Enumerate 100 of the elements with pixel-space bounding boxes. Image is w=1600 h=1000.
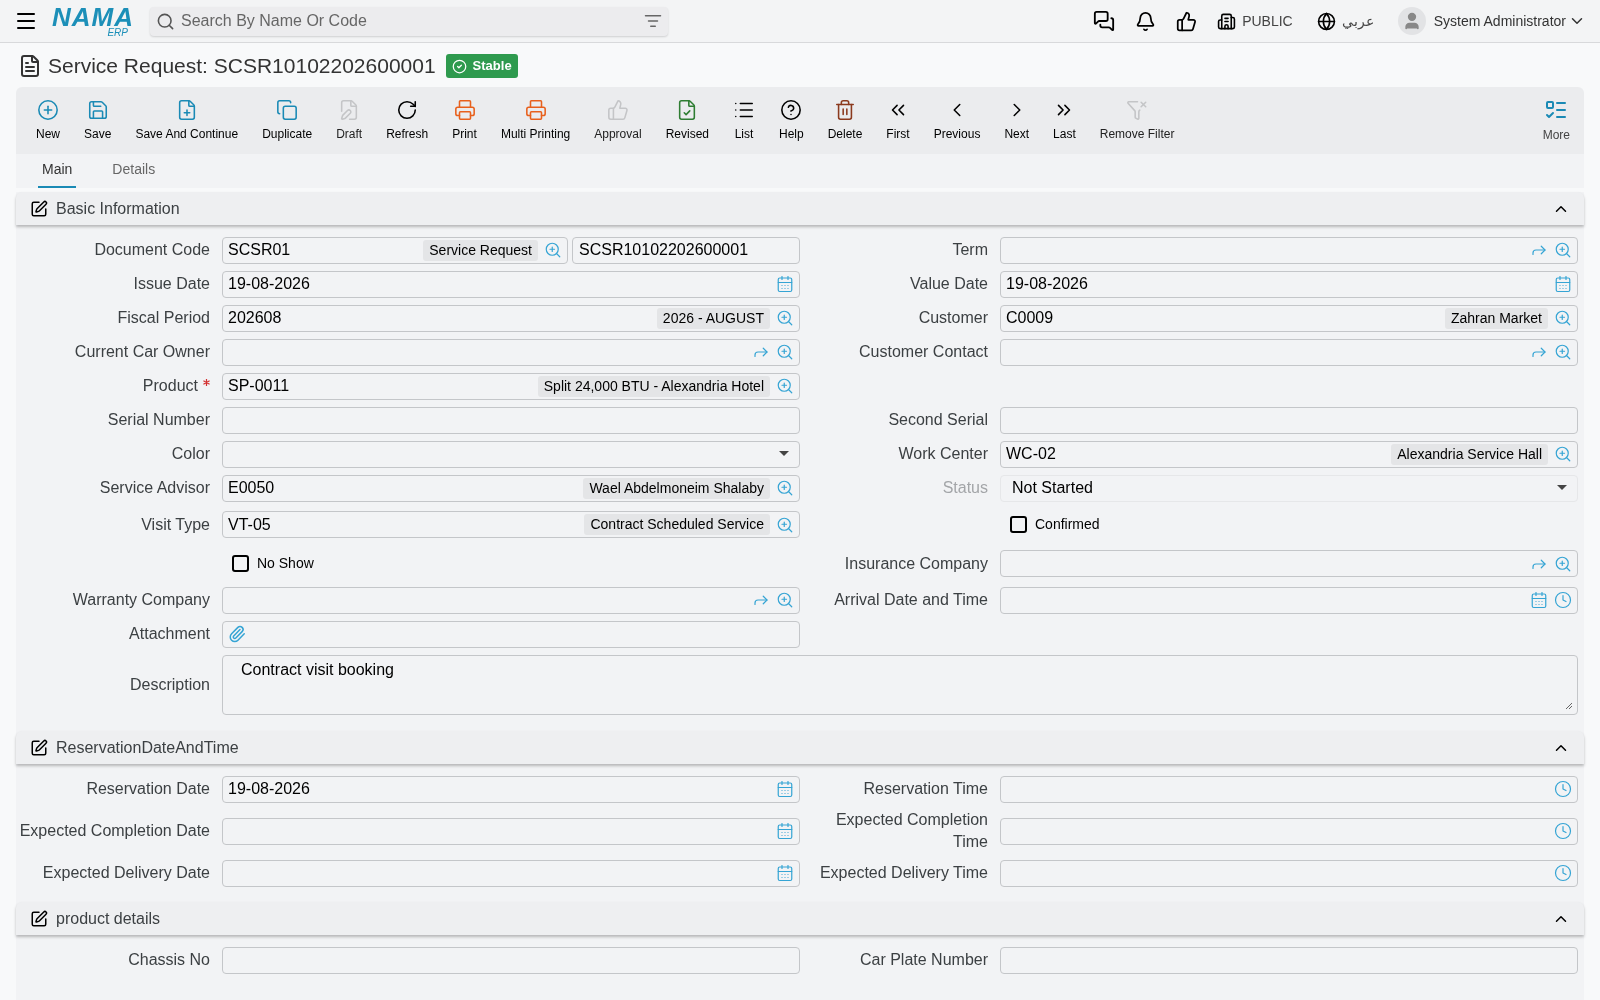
input-field[interactable]: VT-05 Contract Scheduled Service — [222, 511, 800, 538]
input-field[interactable]: C0009 Zahran Market — [1000, 304, 1578, 332]
search-plus-icon[interactable] — [776, 309, 794, 327]
search-plus-icon[interactable] — [1554, 241, 1572, 259]
input-field[interactable] — [222, 440, 800, 468]
search-plus-icon[interactable] — [776, 591, 794, 609]
input-field[interactable] — [1000, 406, 1578, 434]
toolbar-button[interactable]: Duplicate — [250, 98, 325, 143]
input-field[interactable] — [222, 586, 800, 614]
paperclip-icon[interactable] — [228, 625, 246, 643]
field-label: Document Code — [94, 241, 210, 258]
search-plus-icon[interactable] — [776, 377, 794, 395]
search-plus-icon[interactable] — [776, 515, 794, 534]
input-field[interactable]: 19-08-2026 — [1000, 270, 1578, 298]
field-label: Insurance Company — [844, 554, 988, 572]
calendar-icon[interactable] — [1554, 275, 1572, 293]
toolbar-button[interactable]: Delete — [815, 98, 875, 143]
toolbar-button[interactable]: Help — [767, 98, 816, 143]
toolbar-button[interactable]: Multi Printing — [488, 98, 583, 143]
lookup-description: Contract Scheduled Service — [584, 514, 770, 535]
field-label: Serial Number — [107, 411, 210, 428]
search-input[interactable]: Search By Name Or Code — [181, 9, 638, 33]
input-field[interactable]: 19-08-2026 — [222, 270, 800, 298]
tab[interactable]: Details — [108, 159, 160, 188]
resize-handle-icon[interactable] — [1565, 702, 1573, 710]
toolbar-button[interactable]: First — [874, 98, 922, 143]
section-header[interactable]: ReservationDateAndTime — [16, 731, 1584, 764]
calendar-icon[interactable] — [1530, 591, 1548, 609]
bell-icon[interactable] — [1135, 10, 1157, 32]
toolbar-button[interactable]: List — [721, 98, 767, 143]
section-header[interactable]: Basic Information — [16, 192, 1584, 225]
toolbar-button[interactable]: Save And Continue — [123, 98, 251, 143]
input-field[interactable] — [1000, 817, 1578, 845]
clock-icon[interactable] — [1554, 822, 1572, 840]
section-title: ReservationDateAndTime — [56, 737, 240, 758]
field-label: Issue Date — [133, 275, 210, 292]
dropdown-icon[interactable] — [778, 450, 790, 458]
description-textarea[interactable]: Contract visit booking — [222, 655, 1578, 715]
status-badge: Stable — [445, 54, 518, 78]
calendar-icon[interactable] — [776, 822, 794, 840]
search-plus-icon[interactable] — [1554, 554, 1572, 573]
toolbar-button[interactable]: Next — [992, 98, 1042, 143]
toolbar-button[interactable]: Previous — [921, 98, 993, 143]
toolbar-button[interactable]: Revised — [653, 98, 721, 143]
input-field[interactable] — [1000, 550, 1578, 577]
input-field[interactable] — [1000, 946, 1578, 974]
checkbox[interactable] — [232, 555, 249, 572]
branch-button[interactable]: PUBLIC — [1217, 10, 1293, 32]
input-field[interactable] — [1000, 586, 1578, 614]
toolbar-button[interactable]: Save — [72, 98, 124, 143]
field-label: Work Center — [898, 445, 988, 462]
section-header[interactable]: product details — [16, 902, 1584, 935]
chat-icon[interactable] — [1093, 10, 1116, 32]
input-field[interactable] — [222, 338, 800, 366]
input-field[interactable]: SCSR01 Service Request — [222, 236, 568, 264]
input-field[interactable]: WC-02 Alexandria Service Hall — [1000, 440, 1578, 468]
input-field[interactable] — [1000, 236, 1578, 264]
search-plus-icon[interactable] — [776, 343, 794, 361]
more-button[interactable]: More — [1536, 97, 1576, 144]
checkbox[interactable] — [1010, 516, 1027, 533]
tab[interactable]: Main — [38, 159, 77, 188]
input-field[interactable]: 202608 2026 - AUGUST — [222, 304, 800, 332]
search-plus-icon[interactable] — [776, 479, 794, 497]
search-plus-icon[interactable] — [1554, 343, 1572, 361]
input-field[interactable] — [222, 406, 800, 434]
input-field[interactable] — [1000, 859, 1578, 887]
calendar-icon[interactable] — [776, 864, 794, 882]
input-field[interactable] — [1000, 338, 1578, 366]
input-field[interactable]: E0050 Wael Abdelmoneim Shalaby — [222, 474, 800, 502]
toolbar-button[interactable]: New — [24, 98, 72, 143]
input-field[interactable] — [1000, 775, 1578, 803]
input-field[interactable]: 19-08-2026 — [222, 775, 800, 803]
thumbs-up-icon[interactable] — [1176, 10, 1198, 32]
toolbar-button[interactable]: Last — [1041, 98, 1088, 143]
checkbox-option[interactable]: No Show — [232, 553, 314, 574]
checkbox-option[interactable]: Confirmed — [1010, 514, 1100, 535]
calendar-icon[interactable] — [776, 780, 794, 798]
search-plus-icon[interactable] — [1554, 309, 1572, 327]
input-field[interactable] — [222, 620, 800, 648]
toolbar-button[interactable]: Refresh — [374, 98, 441, 143]
input-field[interactable] — [222, 817, 800, 845]
input-field[interactable] — [222, 946, 800, 974]
field-label: Warranty Company — [72, 591, 210, 608]
toolbar-button[interactable]: Print — [440, 98, 489, 143]
language-button[interactable]: عربي — [1316, 10, 1374, 32]
clock-icon[interactable] — [1554, 864, 1572, 882]
clock-icon[interactable] — [1554, 591, 1572, 609]
user-menu[interactable]: System Administrator — [1433, 10, 1586, 32]
search-plus-icon[interactable] — [544, 241, 562, 259]
input-field[interactable]: SCSR10102202600001 — [572, 236, 800, 264]
input-field[interactable] — [222, 859, 800, 887]
lookup-description: 2026 - AUGUST — [656, 307, 770, 329]
search-plus-icon[interactable] — [1554, 445, 1572, 463]
filter-icon[interactable] — [644, 12, 662, 30]
search-field[interactable]: Search By Name Or Code — [150, 6, 668, 36]
clock-icon[interactable] — [1554, 780, 1572, 798]
building-icon — [1217, 11, 1237, 31]
user-avatar[interactable] — [1397, 7, 1426, 35]
calendar-icon[interactable] — [776, 275, 794, 293]
input-field[interactable]: SP-0011 Split 24,000 BTU - Alexandria Hotel — [222, 372, 800, 400]
